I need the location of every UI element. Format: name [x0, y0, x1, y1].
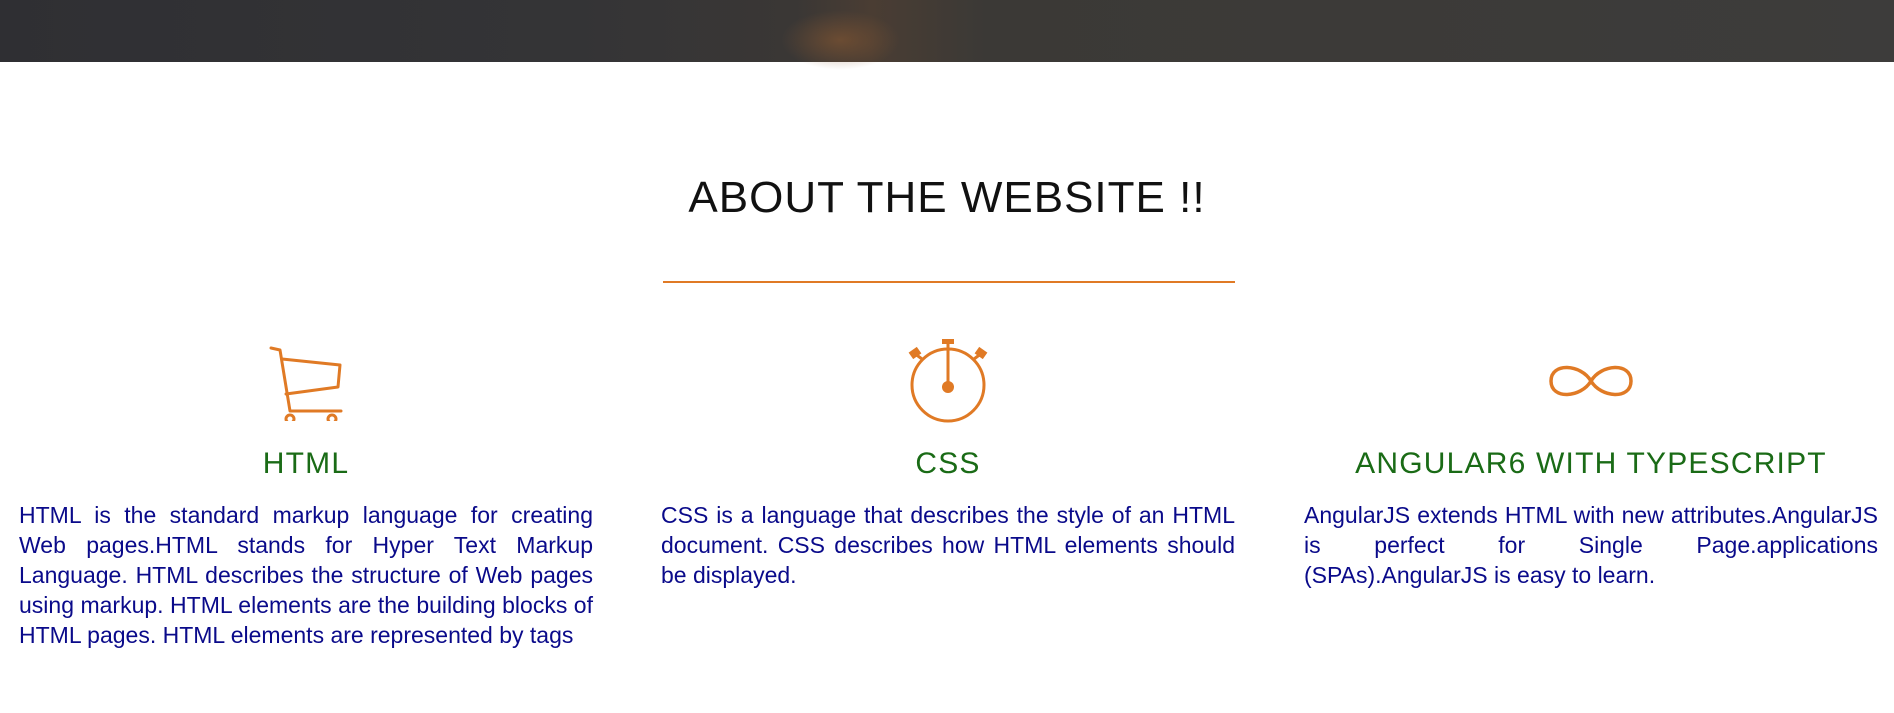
feature-html: HTML HTML is the standard markup languag… [19, 336, 593, 650]
feature-description: AngularJS extends HTML with new attribut… [1304, 502, 1878, 588]
hero-banner-strip [0, 0, 1894, 70]
feature-angular: ANGULAR6 WITH TYPESCRIPT AngularJS exten… [1304, 336, 1878, 590]
hero-banner-highlight [780, 10, 900, 70]
stopwatch-icon [661, 336, 1235, 426]
feature-description: HTML is the standard markup language for… [19, 502, 593, 648]
section-divider [663, 281, 1235, 283]
feature-description: CSS is a language that describes the sty… [661, 502, 1235, 588]
feature-title: CSS [915, 447, 981, 480]
section-title: ABOUT THE WEBSITE !! [688, 173, 1206, 222]
feature-title: HTML [262, 447, 350, 480]
feature-title: ANGULAR6 WITH TYPESCRIPT [1355, 447, 1827, 480]
feature-css: CSS CSS is a language that describes the… [661, 336, 1235, 590]
shopping-cart-icon [19, 336, 593, 426]
infinity-icon [1304, 336, 1878, 426]
